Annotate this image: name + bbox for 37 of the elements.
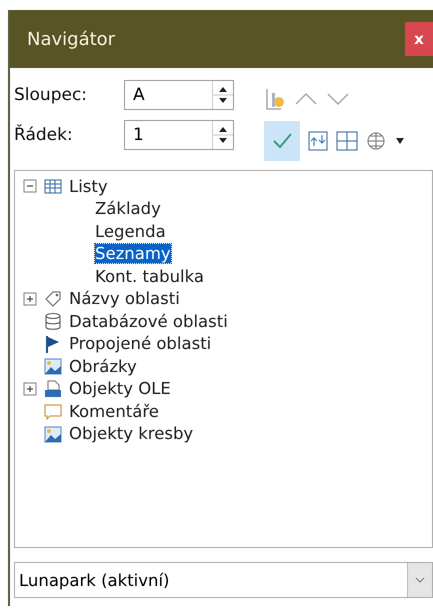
spin-field[interactable]: 1 — [124, 120, 234, 150]
drag-mode-icon[interactable] — [264, 87, 286, 111]
table-icon — [43, 177, 63, 196]
tree-item[interactable]: Komentáře — [69, 402, 159, 421]
image-icon — [43, 424, 63, 443]
database-icon — [43, 312, 63, 330]
tree-item[interactable]: Objekty OLE — [69, 379, 171, 398]
tag-icon — [43, 290, 63, 308]
ole-document-icon — [43, 380, 63, 398]
field-label: Řádek: — [14, 125, 74, 145]
expand-toggle[interactable] — [23, 292, 37, 306]
toggle-icon[interactable] — [308, 131, 328, 151]
tree-item[interactable]: Kont. tabulka — [95, 266, 204, 286]
tree-item[interactable]: Základy — [95, 199, 161, 218]
comment-icon — [43, 402, 63, 420]
tree-item[interactable]: Názvy oblasti — [69, 289, 180, 308]
tree-item[interactable]: Propojené oblasti — [69, 334, 212, 354]
expand-toggle[interactable] — [23, 382, 37, 396]
spinner-arrows-icon[interactable] — [212, 81, 233, 109]
window-title: Navigátor — [27, 28, 116, 50]
scenario-icon[interactable] — [336, 131, 358, 151]
tree-item[interactable]: Objekty kresby — [69, 424, 194, 444]
content-toggle[interactable] — [264, 121, 300, 161]
close-button[interactable]: x — [405, 22, 433, 56]
spin-field[interactable]: A — [124, 80, 234, 110]
field-label: Sloupec: — [14, 85, 88, 105]
collapse-toggle[interactable] — [23, 179, 37, 194]
tree-item[interactable]: Listy — [69, 176, 108, 196]
tree-item[interactable]: Legenda — [95, 222, 166, 241]
tree-item[interactable]: Seznamy — [95, 244, 171, 264]
image-icon — [43, 357, 63, 376]
checkmark-icon — [271, 132, 293, 150]
dropdown-arrow-icon[interactable] — [396, 138, 404, 144]
spinner-arrows-icon[interactable] — [212, 121, 233, 149]
document-select[interactable]: Lunapark (aktivní) — [14, 562, 433, 598]
tree-item[interactable]: Obrázky — [69, 356, 137, 376]
tree-item[interactable]: Databázové oblasti — [69, 312, 228, 331]
